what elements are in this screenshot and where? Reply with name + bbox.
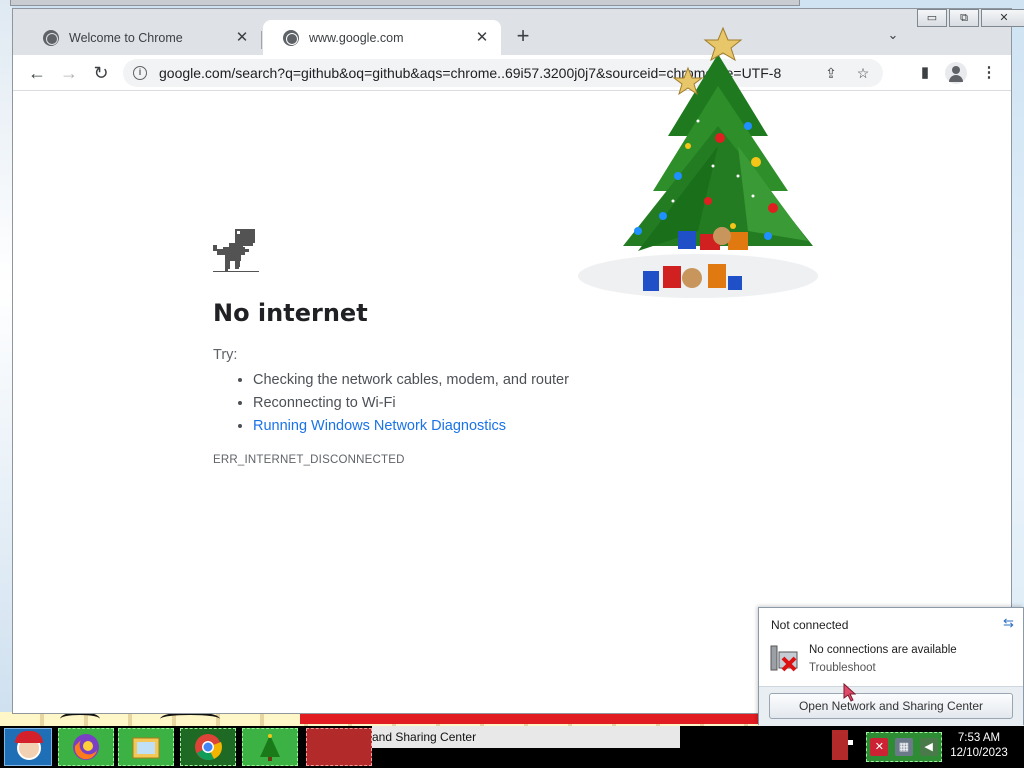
globe-icon	[283, 29, 299, 46]
tray-indicator	[832, 730, 848, 760]
suggestion-list: Checking the network cables, modem, and …	[253, 369, 569, 438]
christmas-tree-icon	[260, 734, 280, 761]
network-icon[interactable]: ▦	[894, 738, 913, 756]
clock-date: 12/10/2023	[950, 747, 1008, 759]
site-info-icon[interactable]: i	[133, 66, 147, 80]
network-diagnostics-link[interactable]: Running Windows Network Diagnostics	[253, 418, 506, 434]
no-connections-message: No connections are available	[809, 644, 957, 656]
tab-title: www.google.com	[309, 30, 404, 45]
tab-separator	[261, 31, 262, 49]
chrome-menu-button[interactable]: ⋮	[977, 61, 1001, 85]
close-window-button[interactable]: ✕	[981, 9, 1024, 27]
christmas-tree-taskbar-button[interactable]	[242, 728, 298, 766]
close-tab-icon[interactable]: ✕	[233, 29, 251, 47]
suggestion-item: Checking the network cables, modem, and …	[253, 369, 569, 392]
tray-dot	[848, 740, 853, 745]
side-panel-icon[interactable]: ▮	[913, 61, 937, 85]
action-center-flag-icon[interactable]: ✕	[870, 738, 889, 756]
folder-icon	[132, 737, 160, 759]
browser-toolbar: ← → ↻ i google.com/search?q=github&oq=gi…	[13, 55, 1011, 91]
offline-dinosaur-icon	[213, 229, 259, 272]
network-flyout: Not connected ⇆ No connections are avail…	[758, 607, 1024, 726]
firefox-taskbar-button[interactable]	[58, 728, 114, 766]
troubleshoot-link[interactable]: Troubleshoot	[809, 662, 876, 674]
tab-google[interactable]: www.google.com ✕	[263, 20, 501, 55]
restore-button[interactable]: ⧉	[949, 9, 979, 27]
file-explorer-taskbar-button[interactable]	[118, 728, 174, 766]
error-title: No internet	[213, 299, 368, 327]
new-tab-button[interactable]: +	[511, 25, 535, 49]
suggestion-item-diagnostics: Running Windows Network Diagnostics	[253, 415, 569, 438]
reload-button[interactable]: ↻	[89, 61, 113, 85]
back-button[interactable]: ←	[25, 61, 49, 85]
error-code: ERR_INTERNET_DISCONNECTED	[213, 454, 405, 466]
background-window-edge	[10, 0, 800, 6]
flyout-footer: Open Network and Sharing Center	[759, 686, 1023, 726]
christmas-tree-gadget	[578, 26, 818, 298]
window-controls: ▭ ⧉ ✕	[917, 9, 1024, 27]
chrome-taskbar-button[interactable]	[180, 728, 236, 766]
close-tab-icon[interactable]: ✕	[473, 29, 491, 47]
clock-time: 7:53 AM	[957, 732, 1001, 744]
profile-avatar-icon	[945, 62, 967, 84]
clock[interactable]: 7:53 AM 12/10/2023	[944, 731, 1014, 761]
network-disconnected-icon	[770, 645, 798, 672]
flyout-header: Not connected	[771, 618, 849, 632]
suggestion-item: Reconnecting to Wi-Fi	[253, 392, 569, 415]
tab-title: Welcome to Chrome	[69, 30, 183, 45]
taskbar-window-button[interactable]	[306, 728, 372, 766]
taskbar: and Sharing Center ✕ ▦ ◀ 7:53 AM 12/10/2…	[0, 726, 1024, 768]
open-network-sharing-center-button[interactable]: Open Network and Sharing Center	[769, 693, 1013, 719]
volume-icon[interactable]: ◀	[919, 738, 938, 756]
firefox-icon	[73, 734, 99, 760]
profile-button[interactable]	[945, 61, 969, 85]
start-button[interactable]	[4, 728, 52, 766]
mouse-cursor-icon	[843, 683, 857, 702]
try-label: Try:	[213, 347, 238, 363]
tab-search-chevron-icon[interactable]: ⌄	[883, 27, 903, 47]
system-tray: ✕ ▦ ◀	[866, 732, 942, 762]
desktop-wallpaper-left	[0, 0, 12, 712]
minimize-button[interactable]: ▭	[917, 9, 947, 27]
desktop-wallpaper-strip	[0, 712, 760, 726]
taskbar-window-title[interactable]: and Sharing Center	[372, 726, 680, 748]
tab-strip: Welcome to Chrome ✕ www.google.com ✕ + ⌄…	[13, 9, 1024, 55]
chrome-icon	[195, 734, 222, 761]
globe-icon	[43, 29, 59, 46]
tab-welcome-to-chrome[interactable]: Welcome to Chrome ✕	[23, 20, 261, 55]
bookmark-star-icon[interactable]: ☆	[851, 65, 875, 82]
refresh-icon[interactable]: ⇆	[1003, 615, 1014, 631]
forward-button[interactable]: →	[57, 61, 81, 85]
